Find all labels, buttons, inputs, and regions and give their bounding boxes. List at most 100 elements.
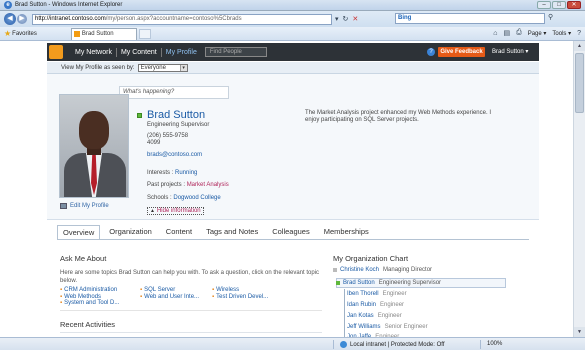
new-tab-button[interactable] [138, 28, 151, 39]
view-as-value: Everyone [140, 64, 166, 71]
schools-row: Schools : Dogwood College [147, 195, 221, 201]
command-bar: ⌂ ▤ ⎙ Page ▾ Tools ▾ ? [493, 29, 581, 37]
profile-tabs: Overview Organization Content Tags and N… [57, 225, 378, 240]
page-menu[interactable]: Page ▾ [528, 30, 547, 37]
print-icon[interactable]: ⎙ [516, 29, 522, 37]
sharepoint-logo-icon [49, 45, 63, 59]
schools-link[interactable]: Dogwood College [173, 195, 220, 201]
org-self-name[interactable]: Brad Sutton [343, 280, 375, 286]
divider [333, 340, 334, 349]
tab-organization[interactable]: Organization [104, 225, 157, 240]
org-report-name[interactable]: Idan Rubin [347, 302, 376, 308]
maximize-button[interactable]: □ [552, 1, 566, 9]
forward-button[interactable]: ▶ [17, 14, 27, 24]
triangle-up-icon: ▲ [150, 208, 155, 214]
help-icon[interactable]: ? [577, 30, 581, 37]
tab-underline [57, 239, 529, 240]
tab-overview[interactable]: Overview [57, 225, 101, 240]
interests-row: Interests : Running [147, 170, 197, 176]
org-report-row: Iben Thorell Engineer [347, 291, 407, 297]
org-report-role: Senior Engineer [384, 324, 428, 330]
status-message-input[interactable]: What's happening? [119, 86, 229, 99]
tab-favicon-icon [73, 31, 80, 37]
scroll-thumb[interactable] [575, 53, 584, 113]
edit-profile-icon [60, 203, 67, 209]
profile-title: Engineering Supervisor [147, 122, 210, 128]
tab-tags-and-notes[interactable]: Tags and Notes [201, 225, 263, 240]
search-icon[interactable]: ⚲ [548, 13, 553, 21]
recent-activities-heading: Recent Activities [60, 320, 116, 329]
presence-icon [333, 268, 337, 272]
divider [60, 332, 322, 333]
org-manager-name[interactable]: Christine Koch [340, 267, 379, 273]
interests-label: Interests : [147, 170, 174, 176]
home-icon[interactable]: ⌂ [493, 30, 497, 37]
topic-link[interactable]: Web and User Inte... [140, 294, 212, 301]
url-host: http://intranet.contoso.com [35, 16, 106, 22]
topic-link[interactable]: System and Tool D... [60, 300, 140, 307]
find-people-input[interactable]: Find People [204, 47, 267, 57]
refresh-icon[interactable]: ↻ [343, 15, 349, 23]
edit-profile-link[interactable]: Edit My Profile [60, 203, 109, 209]
org-report-role: Engineer [382, 291, 407, 297]
tab-memberships[interactable]: Memberships [319, 225, 374, 240]
tab-title: Brad Sutton [81, 31, 114, 37]
org-tree-line [344, 289, 345, 340]
ask-me-about-heading: Ask Me About [60, 254, 107, 263]
view-as-bar: View My Profile as seen by: Everyone ▾ [47, 62, 539, 74]
org-report-row: Jan Kotas Engineer [347, 313, 402, 319]
profile-phone: (206) 555-9758 [147, 133, 189, 139]
address-bar[interactable]: http://intranet.contoso.com/my/person.as… [32, 13, 332, 25]
profile-email-link[interactable]: brads@contoso.com [147, 152, 202, 158]
back-button[interactable]: ◀ [4, 13, 16, 25]
org-report-name[interactable]: Iben Thorell [347, 291, 379, 297]
org-report-name[interactable]: Jeff Williams [347, 324, 381, 330]
org-report-name[interactable]: Jan Kotas [347, 313, 374, 319]
projects-link[interactable]: Market Analysis [187, 182, 229, 188]
zoom-level[interactable]: 100% [487, 341, 502, 347]
search-engine-label: Bing [398, 15, 412, 21]
scroll-down-icon[interactable]: ▼ [574, 327, 585, 337]
org-manager-role: Managing Director [383, 267, 433, 273]
nav-my-network[interactable]: My Network [71, 49, 116, 56]
profile-photo [59, 94, 129, 198]
org-self-row: Brad Sutton Engineering Supervisor [336, 280, 441, 286]
interests-link[interactable]: Running [175, 170, 197, 176]
url-path: /my/person.aspx?accountname=contoso%5Cbr… [105, 16, 242, 22]
scroll-up-icon[interactable]: ▲ [574, 41, 585, 51]
page-scrollbar[interactable]: ▲ ▼ [573, 41, 585, 337]
search-input[interactable]: Bing [395, 13, 545, 24]
tab-content[interactable]: Content [161, 225, 197, 240]
nav-my-content[interactable]: My Content [117, 49, 161, 56]
browser-tab[interactable]: Brad Sutton [70, 27, 137, 40]
tab-colleagues[interactable]: Colleagues [267, 225, 315, 240]
tools-menu[interactable]: Tools ▾ [552, 30, 571, 37]
user-menu[interactable]: Brad Sutton ▾ [492, 48, 528, 55]
nav-my-profile[interactable]: My Profile [162, 49, 201, 56]
divider [480, 340, 481, 349]
view-as-select[interactable]: Everyone ▾ [137, 63, 188, 72]
star-icon: ★ [4, 29, 12, 38]
dropdown-arrow-icon[interactable]: ▾ [335, 15, 339, 23]
topic-link[interactable]: Test Driven Devel... [212, 294, 292, 301]
about-me-text: The Market Analysis project enhanced my … [305, 110, 491, 123]
my-site-nav: My Network My Content My Profile Find Pe… [71, 47, 267, 57]
hide-information-link[interactable]: ▲ Hide information [147, 207, 204, 215]
security-zone[interactable]: Local intranet | Protected Mode: Off [340, 341, 445, 348]
give-feedback-button[interactable]: Give Feedback [438, 47, 485, 57]
window-controls: – □ ✕ [537, 1, 581, 9]
hide-information-label: Hide information [156, 208, 201, 214]
org-chart-heading: My Organization Chart [333, 254, 409, 263]
favorites-button[interactable]: ★ Favorites [4, 29, 37, 38]
feeds-icon[interactable]: ▤ [503, 29, 510, 37]
chevron-down-icon: ▾ [179, 64, 187, 71]
help-icon[interactable]: ? [427, 48, 435, 56]
stop-icon[interactable]: ✕ [352, 15, 358, 23]
profile-header: What's happening? Edit My Profile Brad S… [47, 74, 539, 220]
ask-topics-list: CRM Administration SQL Server Wireless W… [60, 287, 292, 307]
minimize-button[interactable]: – [537, 1, 551, 9]
projects-label: Past projects : [147, 182, 186, 188]
profile-page: What's happening? Edit My Profile Brad S… [47, 74, 539, 340]
favorites-bar: ★ Favorites Brad Sutton ⌂ ▤ ⎙ Page ▾ Too… [0, 27, 585, 41]
close-button[interactable]: ✕ [567, 1, 581, 9]
